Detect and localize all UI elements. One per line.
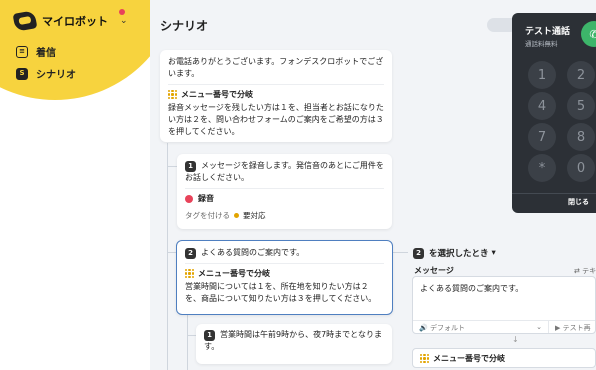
dropdown-arrow-icon: ▾: [491, 248, 496, 258]
branch-number: 2: [413, 247, 424, 259]
status-badge: 要対応: [243, 211, 266, 220]
test-play-button[interactable]: ▶ テスト再: [549, 321, 595, 333]
record-label: 録音: [198, 194, 214, 203]
keypad-key-7[interactable]: 7: [528, 123, 556, 151]
call-button[interactable]: ✆: [581, 21, 596, 47]
sidebar-item-scenario[interactable]: S シナリオ: [16, 66, 76, 81]
intro-card[interactable]: お電話ありがとうございます。フォンデスクロボットでございます。 メニュー番号で分…: [160, 50, 392, 142]
tree-line: [187, 312, 188, 370]
menu-branch-header: メニュー番号で分岐: [185, 268, 384, 279]
add-tag-link[interactable]: タグを付ける: [185, 210, 230, 221]
next-action-card[interactable]: メニュー番号で分岐: [412, 348, 596, 368]
sidebar: マイロボット ⌄ ≡ 着信 S シナリオ: [0, 0, 150, 370]
branch-text: 1 メッセージを録音します。発信音のあとにご用件をお話しください。: [185, 160, 384, 184]
tag-row: タグを付ける 要対応: [185, 210, 384, 221]
branch-message: 営業時間は午前9時から、夜7時までとなります。: [204, 330, 382, 351]
branch-editor-panel: 2 を選択したとき ▾ メッセージ ⇄ テキ よくある質問のご案内です。 🔊 デ…: [408, 242, 596, 370]
keypad-key-4[interactable]: 4: [528, 92, 556, 120]
keypad-key-8[interactable]: 8: [567, 123, 595, 151]
status-dot: [234, 213, 239, 218]
divider: [168, 84, 384, 85]
test-call-title: テスト通話: [525, 27, 571, 37]
voice-select[interactable]: 🔊 デフォルト ⌄: [413, 321, 549, 333]
branch-message: メッセージを録音します。発信音のあとにご用件をお話しください。: [185, 161, 384, 182]
tree-branch: [167, 166, 177, 167]
branch-condition-header[interactable]: 2 を選択したとき ▾: [413, 247, 496, 259]
keypad-icon: [185, 269, 194, 278]
greeting-text: お電話ありがとうございます。フォンデスクロボットでございます。: [168, 57, 384, 78]
menu-branch-header: メニュー番号で分岐: [168, 89, 384, 100]
menu-branch-header: メニュー番号で分岐: [420, 353, 588, 364]
branch-condition-label: を選択したとき: [429, 249, 489, 259]
sub-branch-card-1[interactable]: 1 営業時間は午前9時から、夜7時までとなります。: [196, 324, 392, 364]
menu-branch-text: 録音メッセージを残したい方は１を、担当者とお話になりたい方は２を、問い合わせフォ…: [168, 103, 384, 136]
chevron-down-icon[interactable]: ⌄: [120, 16, 128, 26]
branch-number: 1: [185, 160, 196, 172]
keypad-key-1[interactable]: 1: [528, 61, 556, 89]
sidebar-item-label: シナリオ: [36, 70, 76, 81]
test-call-panel: テスト通話 通話料無料 ✆ 1 2 4 5 7 8 * 0 閉じる: [512, 13, 596, 213]
branch-card-2[interactable]: 2 よくある質問のご案内です。 メニュー番号で分岐 営業時間については１を、所在地…: [176, 240, 393, 315]
text-mode-tab[interactable]: ⇄ テキ: [574, 266, 596, 276]
branch-text: 1 営業時間は午前9時から、夜7時までとなります。: [204, 329, 384, 353]
sidebar-item-incoming[interactable]: ≡ 着信: [16, 44, 56, 59]
branch-number: 2: [185, 247, 196, 259]
menu-branch-title: メニュー番号で分岐: [181, 90, 253, 99]
divider: [185, 188, 384, 189]
keypad-key-5[interactable]: 5: [567, 92, 595, 120]
app-switcher[interactable]: マイロボット ⌄: [12, 10, 128, 32]
record-icon: [185, 194, 193, 203]
divider: [185, 263, 384, 264]
notification-dot: [119, 9, 125, 15]
app-name: マイロボット: [42, 15, 108, 28]
message-textarea[interactable]: よくある質問のご案内です。 🔊 デフォルト ⌄ ▶ テスト再: [412, 276, 596, 334]
menu-branch-title: メニュー番号で分岐: [433, 354, 505, 363]
robot-logo-icon: [12, 10, 38, 32]
keypad-key-2[interactable]: 2: [567, 61, 595, 89]
divider: [512, 193, 596, 194]
sidebar-item-label: 着信: [36, 48, 56, 59]
arrow-down-icon: ↓: [512, 335, 519, 344]
branch-card-1[interactable]: 1 メッセージを録音します。発信音のあとにご用件をお話しください。 録音 タグを付…: [177, 154, 392, 229]
document-icon: ≡: [16, 45, 28, 58]
close-button[interactable]: 閉じる: [568, 197, 589, 207]
keypad-key-star[interactable]: *: [528, 154, 556, 182]
message-label: メッセージ: [414, 266, 454, 275]
branch-message: よくある質問のご案内です。: [201, 248, 305, 257]
branch-text: 2 よくある質問のご案内です。: [185, 247, 384, 259]
record-row: 録音: [185, 193, 384, 204]
menu-branch-title: メニュー番号で分岐: [198, 269, 270, 278]
tree-line: [167, 143, 168, 370]
scenario-icon: S: [16, 67, 28, 80]
keypad-key-0[interactable]: 0: [567, 154, 595, 182]
page-title: シナリオ: [160, 19, 209, 33]
branch-number: 1: [204, 329, 215, 341]
test-call-subtitle: 通話料無料: [525, 40, 558, 48]
tree-branch: [393, 252, 408, 253]
message-text: よくある質問のご案内です。: [420, 284, 524, 293]
keypad-icon: [168, 90, 177, 99]
menu-branch-text: 営業時間については１を、所在地を知りたい方は２を、商品について知りたい方は３を押…: [185, 282, 377, 303]
keypad-icon: [420, 354, 429, 363]
